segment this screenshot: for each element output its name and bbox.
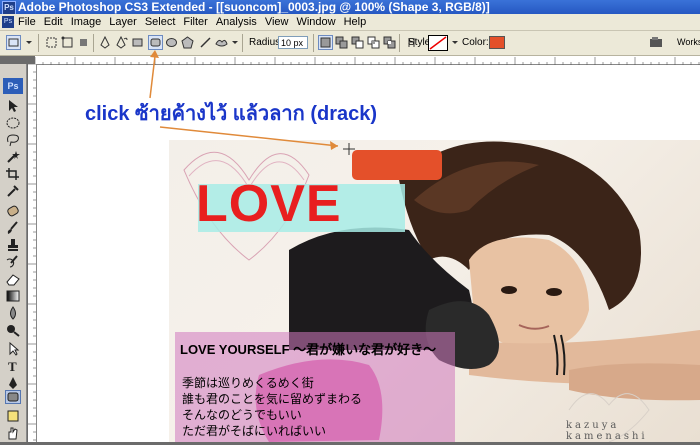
annotation-arrows xyxy=(149,50,339,150)
annotation-text: click ซ้ายค้างไว้ แล้วลาก (drack) xyxy=(85,103,378,125)
